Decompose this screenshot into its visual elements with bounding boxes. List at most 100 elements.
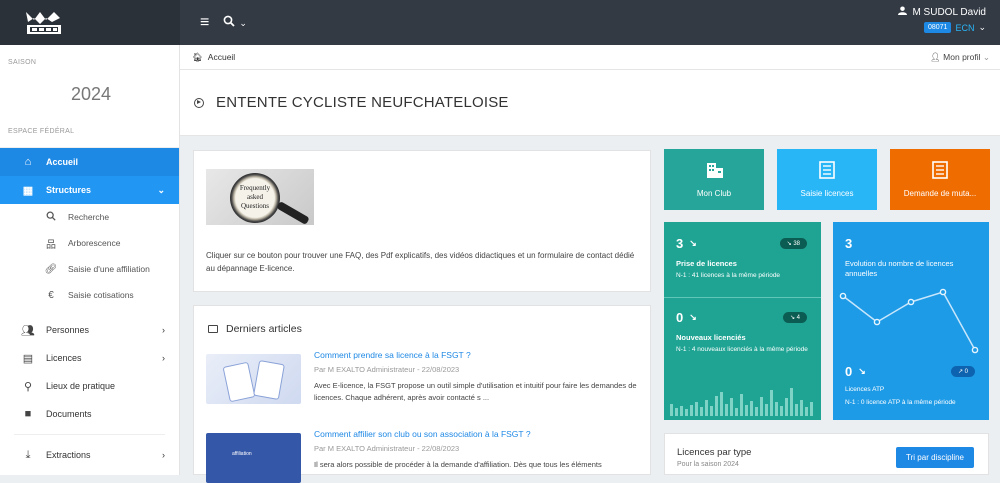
article-excerpt: Avec E-licence, la FSGT propose un outil…: [314, 381, 637, 402]
tile-demande-mutation[interactable]: Demande de muta...: [890, 149, 990, 210]
club-short-name: ECN: [955, 22, 975, 33]
sidebar-subitem-saisie-cotisations[interactable]: € Saisie cotisations: [0, 282, 179, 308]
trend-pill: ↗ 0: [950, 366, 975, 377]
article-title-link[interactable]: Comment affilier son club ou son associa…: [314, 429, 644, 439]
chevron-down-icon[interactable]: ⌄: [978, 22, 986, 33]
hamburger-menu-icon[interactable]: ≡: [200, 14, 209, 32]
top-bar: ≡ ⌄ M SUDOL David 08071 ECN ⌄: [0, 0, 1000, 45]
evolution-line-chart: [839, 288, 979, 354]
profile-label: Mon profil: [943, 52, 981, 62]
sidebar-divider: [14, 434, 165, 435]
fsgt-logo[interactable]: [0, 0, 180, 45]
tile-saisie-licences[interactable]: Saisie licences: [777, 149, 877, 210]
chart-point: [939, 288, 947, 296]
sparkline-bars: [670, 388, 813, 416]
home-icon[interactable]: 🏠︎: [192, 52, 203, 63]
faq-button[interactable]: Frequently asked Questions: [206, 169, 314, 225]
sidebar-item-label: Structures: [46, 185, 92, 195]
search-icon[interactable]: [223, 14, 235, 32]
nouveaux-licencies-stat: 0 ↘ ↘ 4 Nouveaux licenciés N-1 : 4 nouve…: [664, 310, 821, 355]
chevron-right-icon: ›: [162, 353, 165, 363]
download-icon: ⤓: [25, 448, 31, 461]
sidebar-item-label: Licences: [46, 353, 82, 363]
sidebar-item-accueil[interactable]: ⌂ Accueil: [0, 148, 179, 176]
licences-atp-stat: 0 ↘ ↗ 0 Licences ATP N-1 : 0 licence ATP…: [833, 364, 989, 408]
breadcrumb-home[interactable]: Accueil: [208, 52, 235, 62]
licences-type-subtitle: Pour la saison 2024: [677, 461, 739, 468]
newspaper-icon: [208, 325, 218, 333]
faq-image-text: asked: [247, 193, 263, 201]
sidebar: SAISON 2024 ESPACE FÉDÉRAL ⌂ Accueil ▦ S…: [0, 45, 180, 475]
sidebar-item-licences[interactable]: ▤ Licences ›: [0, 344, 179, 372]
sidebar-item-lieux-pratique[interactable]: ⚲ Lieux de pratique: [0, 372, 179, 400]
euro-icon: €: [48, 289, 54, 301]
play-circle-icon: [194, 97, 204, 108]
evolution-stats-card: 3 Evolution du nombre de licences annuel…: [833, 222, 989, 420]
articles-header: Derniers articles: [208, 323, 302, 335]
stat-note: N-1 : 41 licences à la même période: [676, 272, 781, 279]
trend-pill: ↘ 38: [779, 238, 807, 249]
chart-point: [873, 318, 881, 326]
document-list-icon: [932, 161, 948, 179]
trend-pill-value: 4: [796, 315, 800, 321]
sidebar-subitem-arborescence[interactable]: 品 Arborescence: [0, 230, 179, 256]
sidebar-item-personnes[interactable]: 👥︎ Personnes ›: [0, 316, 179, 344]
sidebar-item-label: Accueil: [46, 157, 79, 167]
chart-point: [971, 346, 979, 354]
season-year[interactable]: 2024: [0, 66, 179, 126]
prise-licences-stat: 3 ↘ ↘ 38 Prise de licences N-1 : 41 lice…: [664, 236, 821, 281]
article-title-link[interactable]: Comment prendre sa licence à la FSGT ?: [314, 350, 644, 360]
stat-label: Licences ATP: [845, 386, 885, 393]
link-icon: 🔗︎: [44, 263, 58, 275]
stat-value: 3: [845, 236, 853, 251]
chart-point: [907, 298, 915, 306]
article-thumbnail[interactable]: [206, 354, 301, 404]
chevron-down-icon: ⌄: [982, 52, 990, 62]
page-header: ENTENTE CYCLISTE NEUFCHATELOISE: [180, 70, 1000, 136]
sidebar-item-structures[interactable]: ▦ Structures ⌄: [0, 176, 179, 204]
sidebar-subitem-recherche[interactable]: Recherche: [0, 204, 179, 230]
folder-icon: ■: [24, 408, 32, 420]
search-icon: [44, 211, 58, 224]
sidebar-subitem-label: Arborescence: [68, 238, 121, 248]
licences-stats-card: 3 ↘ ↘ 38 Prise de licences N-1 : 41 lice…: [664, 222, 821, 420]
user-code-badge: 08071: [923, 22, 952, 33]
article-meta: Par M EXALTO Administrateur - 22/08/2023: [314, 365, 460, 374]
sidebar-subitem-saisie-affiliation[interactable]: 🔗︎ Saisie d'une affiliation: [0, 256, 179, 282]
sidebar-item-extractions[interactable]: ⤓ Extractions ›: [0, 441, 179, 469]
sidebar-item-documents[interactable]: ■ Documents: [0, 400, 179, 428]
sort-by-discipline-button[interactable]: Tri par discipline: [896, 447, 974, 468]
faq-description: Cliquer sur ce bouton pour trouver une F…: [206, 251, 635, 273]
faq-card: Frequently asked Questions Cliquer sur c…: [193, 150, 651, 292]
articles-card: Derniers articles Comment prendre sa lic…: [193, 305, 651, 483]
tile-label: Mon Club: [696, 189, 732, 198]
phone-illustration: [222, 361, 256, 403]
licences-type-card: Licences par type Pour la saison 2024 Tr…: [664, 433, 989, 475]
trend-down-icon: ↘: [858, 366, 866, 376]
article-thumbnail[interactable]: affiliation: [206, 433, 301, 483]
licences-type-title: Licences par type: [677, 447, 752, 458]
magnifier-handle: [276, 201, 310, 225]
document-list-icon: [819, 161, 835, 179]
stat-note: N-1 : 0 licence ATP à la même période: [845, 399, 956, 406]
article-excerpt: Il sera alors possible de procéder à la …: [314, 460, 602, 469]
sidebar-item-label: Documents: [46, 409, 92, 419]
chevron-down-icon: ⌄: [157, 184, 165, 195]
building-icon: [706, 161, 723, 179]
tile-mon-club[interactable]: Mon Club: [664, 149, 764, 210]
space-label: ESPACE FÉDÉRAL: [8, 128, 75, 135]
phone-illustration: [253, 360, 285, 400]
sidebar-item-label: Personnes: [46, 325, 90, 335]
map-marker-icon: ⚲: [23, 380, 33, 393]
profile-menu[interactable]: 👤︎ Mon profil ⌄: [930, 52, 990, 63]
user-name: M SUDOL David: [912, 6, 986, 18]
faq-image-text: Questions: [241, 202, 269, 210]
trend-pill-value: 0: [964, 369, 968, 375]
user-icon: [898, 6, 908, 18]
sidebar-item-label: Lieux de pratique: [46, 381, 116, 391]
home-icon: ⌂: [24, 156, 32, 168]
faq-image-text: Frequently: [239, 184, 271, 192]
user-menu[interactable]: M SUDOL David 08071 ECN ⌄: [898, 6, 986, 33]
articles-heading: Derniers articles: [226, 323, 302, 335]
search-chevron-icon[interactable]: ⌄: [239, 18, 247, 29]
